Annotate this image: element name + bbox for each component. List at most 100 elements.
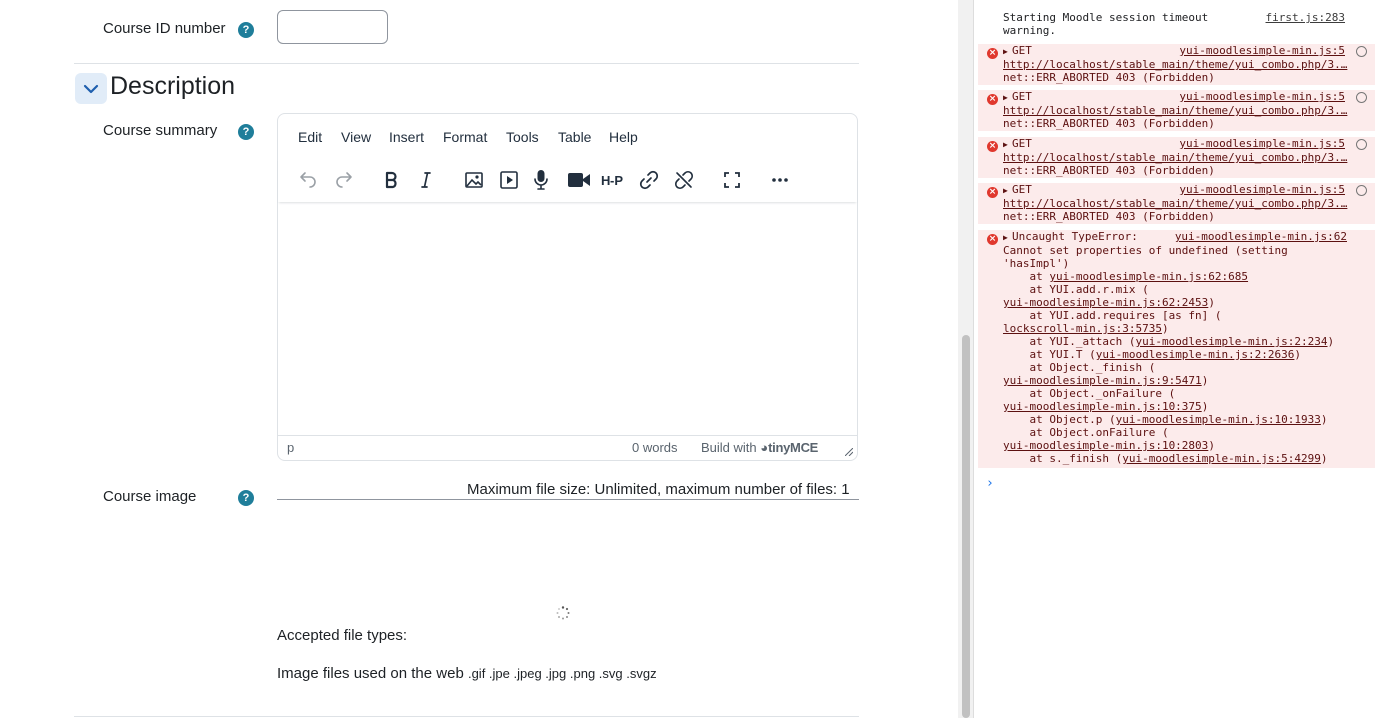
error-status: net::ERR_ABORTED 403 (Forbidden) xyxy=(1003,71,1215,84)
stack-link[interactable]: lockscroll-min.js:3:5735 xyxy=(1003,322,1162,335)
editor-menubar: Edit View Insert Format Tools Table Help xyxy=(278,114,857,158)
type-error-message: Cannot set properties of undefined (sett… xyxy=(1003,244,1288,257)
media-icon[interactable] xyxy=(495,166,523,194)
console-error-get-1[interactable]: × ▶ GET http://localhost/stable_main/them… xyxy=(978,44,1375,85)
console-error-get-2[interactable]: × ▶ GET http://localhost/stable_main/them… xyxy=(978,90,1375,131)
chevron-down-icon xyxy=(83,84,99,94)
error-source-link[interactable]: yui-moodlesimple-min.js:5 xyxy=(1179,137,1345,150)
unlink-icon[interactable] xyxy=(670,166,698,194)
course-image-label: Course image xyxy=(103,488,197,505)
editor-content-area[interactable] xyxy=(278,204,857,436)
error-url-link[interactable]: http://localhost/stable_main/theme/yui_c… xyxy=(1003,197,1375,210)
tinymce-branding[interactable]: Build with ◕tinyMCE xyxy=(701,440,818,455)
description-collapse-button[interactable] xyxy=(75,73,107,104)
editor-word-count[interactable]: 0 words xyxy=(632,440,678,455)
stack-link[interactable]: yui-moodlesimple-min.js:10:375 xyxy=(1003,400,1202,413)
stack-frame: at Object._finish ( xyxy=(1003,361,1156,374)
page-scrollbar-thumb[interactable] xyxy=(962,335,970,718)
expand-triangle-icon[interactable]: ▶ xyxy=(1003,138,1012,151)
error-icon: × xyxy=(987,234,998,245)
error-status: net::ERR_ABORTED 403 (Forbidden) xyxy=(1003,164,1215,177)
error-url-link[interactable]: http://localhost/stable_main/theme/yui_c… xyxy=(1003,58,1375,71)
type-error-source-link[interactable]: yui-moodlesimple-min.js:62 xyxy=(1175,230,1347,243)
course-id-input[interactable] xyxy=(277,10,388,44)
italic-icon[interactable] xyxy=(412,166,440,194)
error-url-link[interactable]: http://localhost/stable_main/theme/yui_c… xyxy=(1003,104,1375,117)
stack-frame: lockscroll-min.js:3:5735) xyxy=(1003,322,1169,335)
menu-format[interactable]: Format xyxy=(443,129,487,145)
stack-frame: at yui-moodlesimple-min.js:62:685 xyxy=(1003,270,1249,283)
course-image-help-icon[interactable]: ? xyxy=(238,490,254,506)
stack-frame: yui-moodlesimple-min.js:62:2453) xyxy=(1003,296,1215,309)
console-info-message: Starting Moodle session timeout warning.… xyxy=(978,11,1375,39)
course-id-label: Course ID number xyxy=(103,20,226,37)
undo-icon[interactable] xyxy=(294,166,322,194)
error-icon: × xyxy=(987,48,998,59)
stack-link[interactable]: yui-moodlesimple-min.js:10:1933 xyxy=(1116,413,1321,426)
course-id-help-icon[interactable]: ? xyxy=(238,22,254,38)
menu-table[interactable]: Table xyxy=(558,129,591,145)
console-error-get-3[interactable]: × ▶ GET http://localhost/stable_main/them… xyxy=(978,137,1375,178)
editor-toolbar: H -P xyxy=(278,158,857,202)
h5p-icon[interactable]: H -P xyxy=(600,166,628,194)
menu-help[interactable]: Help xyxy=(609,129,638,145)
link-icon[interactable] xyxy=(635,166,663,194)
expand-triangle-icon[interactable]: ▶ xyxy=(1003,184,1012,197)
svg-text:-P: -P xyxy=(610,173,623,188)
expand-triangle-icon[interactable]: ▶ xyxy=(1003,91,1012,104)
course-summary-label: Course summary xyxy=(103,122,218,139)
stack-link[interactable]: yui-moodlesimple-min.js:62:685 xyxy=(1049,270,1248,283)
network-request-icon[interactable] xyxy=(1356,185,1367,196)
network-request-icon[interactable] xyxy=(1356,139,1367,150)
stack-link[interactable]: yui-moodlesimple-min.js:62:2453 xyxy=(1003,296,1208,309)
tinymce-logo-icon: ◕ xyxy=(760,440,769,455)
microphone-icon[interactable] xyxy=(527,166,555,194)
stack-frame: yui-moodlesimple-min.js:10:2803) xyxy=(1003,439,1215,452)
loading-spinner-icon xyxy=(556,606,570,620)
course-edit-form: Course ID number ? Description Course su… xyxy=(0,0,958,718)
error-source-link[interactable]: yui-moodlesimple-min.js:5 xyxy=(1179,90,1345,103)
console-type-error[interactable]: × ▶ Uncaught TypeError: yui-moodlesimple-… xyxy=(978,230,1375,468)
console-prompt-icon[interactable]: › xyxy=(986,476,994,491)
stack-link[interactable]: yui-moodlesimple-min.js:2:2636 xyxy=(1096,348,1295,361)
bold-icon[interactable] xyxy=(377,166,405,194)
error-icon: × xyxy=(987,141,998,152)
expand-triangle-icon[interactable]: ▶ xyxy=(1003,45,1012,58)
video-camera-icon[interactable] xyxy=(565,166,593,194)
info-source-link[interactable]: first.js:283 xyxy=(1266,11,1345,24)
network-request-icon[interactable] xyxy=(1356,92,1367,103)
stack-frame: at Object._onFailure ( xyxy=(1003,387,1176,400)
menu-tools[interactable]: Tools xyxy=(506,129,539,145)
more-icon[interactable] xyxy=(766,166,794,194)
stack-link[interactable]: yui-moodlesimple-min.js:9:5471 xyxy=(1003,374,1202,387)
image-icon[interactable] xyxy=(460,166,488,194)
expand-triangle-icon[interactable]: ▶ xyxy=(1003,231,1012,244)
bottom-divider xyxy=(74,716,859,717)
section-divider xyxy=(74,63,859,64)
error-status: net::ERR_ABORTED 403 (Forbidden) xyxy=(1003,117,1215,130)
menu-insert[interactable]: Insert xyxy=(389,129,424,145)
stack-frame: at Object.onFailure ( xyxy=(1003,426,1169,439)
error-method: GET xyxy=(1012,137,1032,150)
type-error-head: Uncaught TypeError: xyxy=(1012,230,1138,243)
stack-link[interactable]: yui-moodlesimple-min.js:10:2803 xyxy=(1003,439,1208,452)
network-request-icon[interactable] xyxy=(1356,46,1367,57)
error-url-link[interactable]: http://localhost/stable_main/theme/yui_c… xyxy=(1003,151,1375,164)
description-section-title: Description xyxy=(110,72,236,100)
error-source-link[interactable]: yui-moodlesimple-min.js:5 xyxy=(1179,44,1345,57)
editor-element-path[interactable]: p xyxy=(287,440,294,455)
error-icon: × xyxy=(987,94,998,105)
stack-link[interactable]: yui-moodlesimple-min.js:2:234 xyxy=(1135,335,1327,348)
console-error-get-4[interactable]: × ▶ GET http://localhost/stable_main/them… xyxy=(978,183,1375,224)
menu-view[interactable]: View xyxy=(341,129,371,145)
resize-handle-icon[interactable] xyxy=(845,448,853,456)
menu-edit[interactable]: Edit xyxy=(298,129,322,145)
fullscreen-icon[interactable] xyxy=(718,166,746,194)
error-source-link[interactable]: yui-moodlesimple-min.js:5 xyxy=(1179,183,1345,196)
stack-link[interactable]: yui-moodlesimple-min.js:5:4299 xyxy=(1122,452,1321,465)
devtools-console: Starting Moodle session timeout warning.… xyxy=(973,0,1378,718)
course-summary-help-icon[interactable]: ? xyxy=(238,124,254,140)
stack-frame: at YUI._attach (yui-moodlesimple-min.js:… xyxy=(1003,335,1335,348)
redo-icon[interactable] xyxy=(330,166,358,194)
filepicker-divider xyxy=(277,499,859,500)
